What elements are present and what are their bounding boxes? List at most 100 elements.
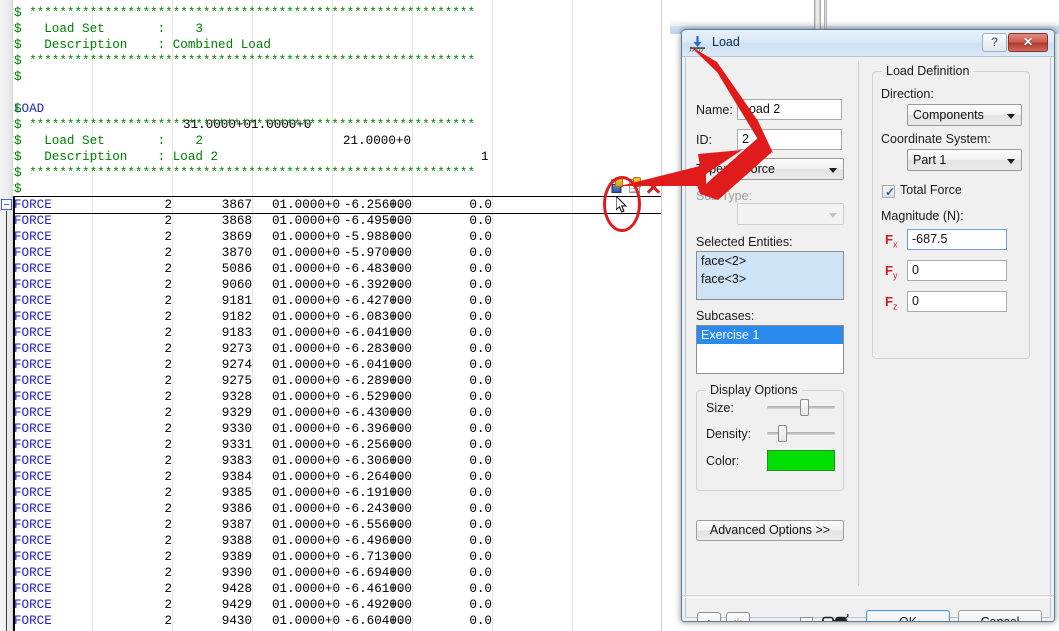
cell-sid: 2 — [164, 566, 172, 580]
code-line: $ Description : Combined Load — [14, 38, 271, 52]
cell-card: FORCE — [14, 310, 52, 324]
cell-card: FORCE — [14, 470, 52, 484]
name-input[interactable]: Load 2 — [737, 99, 842, 120]
preview-checkbox[interactable] — [800, 617, 813, 621]
copy-icon[interactable] — [628, 177, 644, 195]
cell-sid: 2 — [164, 550, 172, 564]
cell-n2: 0.0 — [469, 486, 492, 500]
cell-f1: 01.0000+0 — [272, 278, 341, 292]
fx-label: Fx — [885, 232, 898, 250]
cell-n1: 0.0 — [389, 342, 412, 356]
direction-combobox[interactable]: Components — [907, 104, 1022, 126]
dialog-title: Load — [712, 35, 740, 49]
cell-n2: 0.0 — [469, 518, 492, 532]
cell-f1: 01.0000+0 — [272, 358, 341, 372]
editor-code-area[interactable]: $ **************************************… — [14, 0, 670, 631]
cell-grid: 3869 — [221, 230, 252, 244]
editor-gutter[interactable] — [0, 0, 13, 631]
cell-f1: 01.0000+0 — [272, 390, 341, 404]
delete-icon[interactable] — [645, 178, 661, 195]
cell-card: FORCE — [14, 230, 52, 244]
size-slider[interactable] — [767, 398, 835, 417]
coordinate-system-combobox[interactable]: Part 1 — [907, 149, 1022, 171]
nastran-deck-editor[interactable]: $ **************************************… — [0, 0, 670, 631]
load-dialog[interactable]: Load ? ✕ Name: Load 2 ID: 2 Type: Force … — [681, 29, 1055, 622]
cell-sid: 2 — [164, 486, 172, 500]
cell-sid: 2 — [164, 454, 172, 468]
size-slider-thumb[interactable] — [800, 399, 809, 416]
cell-n1: 0.0 — [389, 502, 412, 516]
list-item[interactable]: face<2> — [697, 252, 843, 270]
fold-toggle-icon[interactable] — [1, 199, 12, 210]
cell-card: FORCE — [14, 406, 52, 420]
cell-n1: 0.0 — [389, 582, 412, 596]
cell-grid: 9385 — [221, 486, 252, 500]
selected-entities-listbox[interactable]: face<2> face<3> — [696, 251, 844, 300]
list-item[interactable]: Exercise 1 — [697, 326, 843, 344]
cell-sid: 2 — [164, 582, 172, 596]
subcases-listbox[interactable]: Exercise 1 — [696, 325, 844, 374]
cell-n1: 0.0 — [389, 278, 412, 292]
color-swatch[interactable] — [767, 450, 835, 471]
cell-grid: 9430 — [221, 614, 252, 628]
name-label: Name: — [696, 103, 733, 117]
dialog-titlebar[interactable]: Load ? ✕ — [682, 30, 1054, 57]
fy-input[interactable]: 0 — [907, 260, 1007, 281]
cell-n2: 0.0 — [469, 262, 492, 276]
cell-f1: 01.0000+0 — [272, 374, 341, 388]
density-slider[interactable] — [767, 424, 835, 443]
glasses-icon[interactable] — [822, 613, 850, 621]
code-line: $ Description : Load 2 — [14, 150, 219, 164]
cell-f1: 01.0000+0 — [272, 246, 341, 260]
cell-grid: 9275 — [221, 374, 252, 388]
cell-f1: 01.0000+0 — [272, 582, 341, 596]
list-item[interactable]: face<3> — [697, 270, 843, 288]
current-line-highlight — [13, 196, 661, 214]
cell-card: FORCE — [14, 486, 52, 500]
cell-sid: 2 — [164, 374, 172, 388]
cell-f1: 01.0000+0 — [272, 550, 341, 564]
cancel-button[interactable]: Cancel — [958, 610, 1042, 621]
size-label: Size: — [706, 401, 734, 415]
editor-pane-edge — [661, 0, 662, 631]
cell-n1: 0.0 — [389, 390, 412, 404]
magnitude-label: Magnitude (N): — [881, 209, 964, 223]
cell-grid: 9328 — [221, 390, 252, 404]
cell-grid: 9330 — [221, 422, 252, 436]
close-button[interactable]: ✕ — [1008, 33, 1048, 52]
type-combobox[interactable]: Force — [737, 158, 844, 180]
reset-button[interactable]: ✳ — [726, 612, 750, 621]
density-slider-thumb[interactable] — [778, 425, 787, 442]
cell-f1: 01.0000+0 — [272, 566, 341, 580]
code-line: $ — [14, 182, 22, 196]
help-button[interactable]: ? — [982, 33, 1007, 52]
total-force-checkbox[interactable]: ✓ — [882, 185, 895, 198]
paste-icon[interactable] — [610, 177, 626, 195]
code-line: $ **************************************… — [14, 54, 476, 68]
cell-f1: 01.0000+0 — [272, 294, 341, 308]
fx-input[interactable]: -687.5 — [907, 229, 1007, 250]
cell-n2: 0.0 — [469, 422, 492, 436]
cell-n1: 0.0 — [389, 470, 412, 484]
cell-sid: 2 — [164, 518, 172, 532]
type-combobox-value: Force — [743, 162, 775, 176]
cell-grid: 9384 — [221, 470, 252, 484]
cell-f1: 01.0000+0 — [272, 406, 341, 420]
editor-mini-toolbar[interactable] — [610, 177, 662, 198]
cell-n2: 0.0 — [469, 342, 492, 356]
advanced-options-button[interactable]: Advanced Options >> — [696, 520, 844, 541]
cell-f1: 01.0000+0 — [272, 214, 341, 228]
load-col3: 1 — [481, 150, 489, 164]
cell-sid: 2 — [164, 502, 172, 516]
cell-f1: 01.0000+0 — [272, 502, 341, 516]
cell-f1: 01.0000+0 — [272, 438, 341, 452]
fz-input[interactable]: 0 — [907, 291, 1007, 312]
cell-n1: 0.0 — [389, 294, 412, 308]
id-input[interactable]: 2 — [737, 129, 842, 150]
cell-grid: 9060 — [221, 278, 252, 292]
cell-n2: 0.0 — [469, 598, 492, 612]
collapse-button[interactable]: ▲ — [697, 612, 721, 621]
cell-card: FORCE — [14, 278, 52, 292]
ok-button[interactable]: OK — [866, 610, 950, 621]
cell-grid: 9388 — [221, 534, 252, 548]
